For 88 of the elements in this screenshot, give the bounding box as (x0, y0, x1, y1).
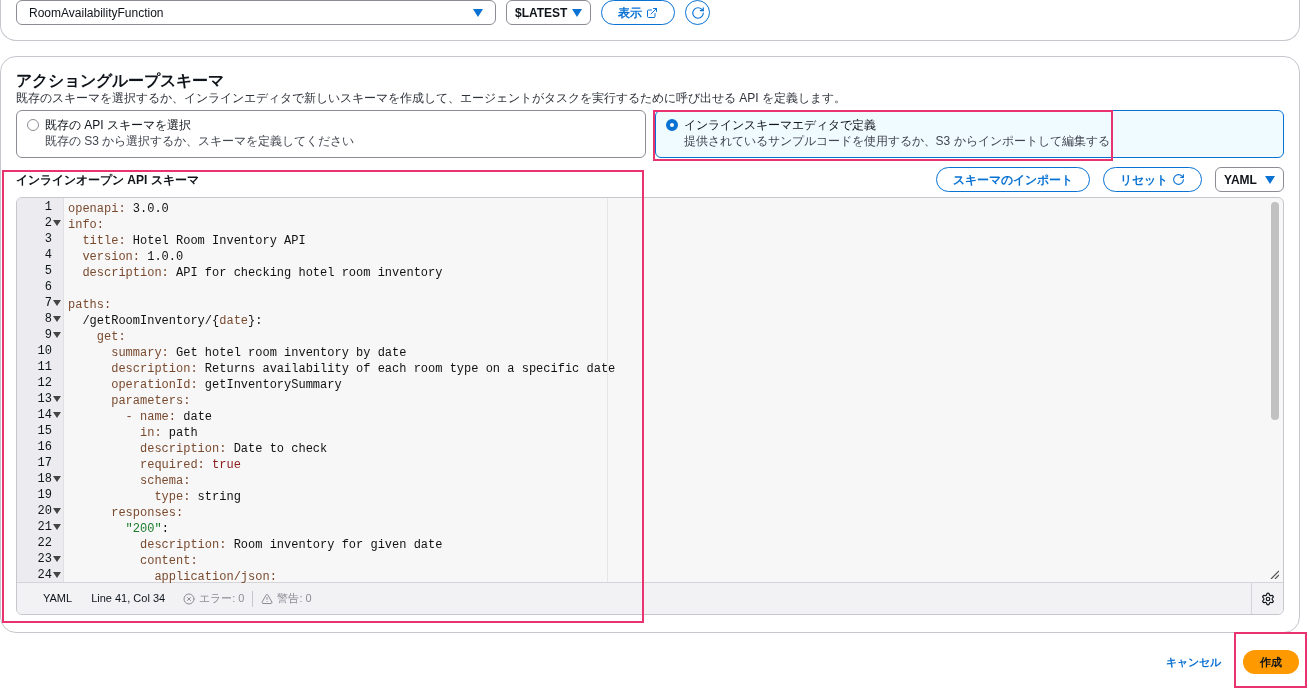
line-number: 21 (37, 519, 52, 536)
fold-icon[interactable] (53, 476, 61, 482)
warning-count: 警告: 0 (277, 591, 312, 607)
radio-tile[interactable]: 既存の API スキーマを選択 既存の S3 から選択するか、スキーマを定義してください (16, 110, 646, 158)
error-icon (183, 592, 196, 605)
line-number: 17 (37, 455, 52, 472)
fold-icon[interactable] (53, 524, 61, 530)
create-button[interactable]: 作成 (1243, 650, 1299, 674)
code-line: in: path (139, 426, 198, 440)
code-line: content: (139, 554, 198, 568)
line-number: 6 (44, 279, 52, 296)
line-number: 11 (37, 359, 52, 376)
code-line: type: string (153, 490, 241, 504)
line-number: 2 (44, 215, 52, 232)
line-number: 14 (37, 407, 52, 424)
line-number: 24 (37, 567, 52, 584)
line-number: 8 (44, 311, 52, 328)
line-number: 1 (44, 199, 52, 216)
code-line: operationId: getInventorySummary (110, 378, 342, 392)
code-line: description: Room inventory for given date (139, 538, 443, 552)
code-line: description: Date to check (139, 442, 328, 456)
code-line: openapi: 3.0.0 (68, 202, 169, 216)
settings-icon[interactable] (1260, 591, 1275, 606)
fold-icon[interactable] (53, 316, 61, 322)
fold-icon[interactable] (53, 508, 61, 514)
line-number: 4 (44, 247, 52, 264)
line-number: 10 (37, 343, 52, 360)
code-line: application/json: (153, 570, 277, 584)
fold-icon[interactable] (53, 396, 61, 402)
code-line: summary: Get hotel room inventory by date (110, 346, 407, 360)
resize-handle-icon[interactable] (1270, 570, 1279, 579)
line-number: 5 (44, 263, 52, 280)
line-number: 3 (44, 231, 52, 248)
code-line: - name: date (124, 410, 213, 424)
warning-icon (261, 592, 274, 605)
fold-icon[interactable] (53, 332, 61, 338)
editor-label: インラインオープン API スキーマ (16, 171, 199, 189)
code-line: required: true (139, 458, 241, 472)
radio-tile[interactable]: インラインスキーマエディタで定義 提供されているサンプルコードを使用するか、S3 からインポートして編集する (654, 110, 1284, 158)
line-number: 13 (37, 391, 52, 408)
option-hint: 既存の S3 から選択するか、スキーマを定義してください (45, 134, 356, 149)
code-line: info: (68, 218, 104, 232)
reset-icon (1172, 173, 1185, 186)
scrollbar[interactable] (1271, 202, 1279, 420)
code-line: version: 1.0.0 (81, 250, 184, 264)
line-number: 9 (44, 327, 52, 344)
line-number: 12 (37, 375, 52, 392)
line-number: 7 (44, 295, 52, 312)
line-number: 20 (37, 503, 52, 520)
code-line: paths: (68, 298, 112, 312)
fold-icon[interactable] (53, 572, 61, 578)
version-select[interactable]: $LATEST (506, 0, 591, 25)
option-label: 既存の API スキーマを選択 (45, 117, 191, 134)
line-number: 18 (37, 471, 52, 488)
caret-icon (1265, 175, 1275, 184)
cancel-link[interactable]: キャンセル (1166, 653, 1221, 671)
line-number: 22 (37, 535, 52, 552)
code-line: /getRoomInventory/{date}: (81, 314, 263, 328)
code-line: description: Returns availability of each room type on a specific date (110, 362, 616, 376)
section-title: アクショングループスキーマ (16, 71, 225, 91)
option-hint: 提供されているサンプルコードを使用するか、S3 からインポートして編集する (683, 134, 1111, 149)
code-line: responses: (110, 506, 184, 520)
fold-icon[interactable] (53, 300, 61, 306)
fold-icon[interactable] (53, 412, 61, 418)
code-line: parameters: (110, 394, 191, 408)
caret-icon (473, 8, 483, 17)
code-line: get: (95, 330, 126, 344)
radio-icon (665, 119, 678, 131)
external-link-icon (646, 6, 658, 19)
cursor-position: Line 41, Col 34 (91, 591, 166, 607)
fold-icon[interactable] (53, 556, 61, 562)
line-number: 19 (37, 487, 52, 504)
caret-icon (572, 8, 582, 17)
line-number: 16 (37, 439, 52, 456)
option-label: インラインスキーマエディタで定義 (683, 117, 876, 134)
language-label: YAML (43, 591, 73, 607)
function-select[interactable]: RoomAvailabilityFunction (16, 0, 496, 25)
code-line: title: Hotel Room Inventory API (81, 234, 306, 248)
code-line: schema: (139, 474, 191, 488)
section-description: 既存のスキーマを選択するか、インラインエディタで新しいスキーマを作成して、エージェントがタスクを実行するために呼び出せる API を定義します。 (16, 91, 847, 105)
refresh-icon (690, 5, 705, 20)
line-number: 23 (37, 551, 52, 568)
line-number: 15 (37, 423, 52, 440)
fold-icon[interactable] (53, 220, 61, 226)
format-select[interactable]: YAML (1215, 167, 1284, 192)
code-line: "200": (124, 522, 169, 536)
code-line: description: API for checking hotel room inventory (81, 266, 443, 280)
error-count: エラー: 0 (199, 591, 245, 607)
